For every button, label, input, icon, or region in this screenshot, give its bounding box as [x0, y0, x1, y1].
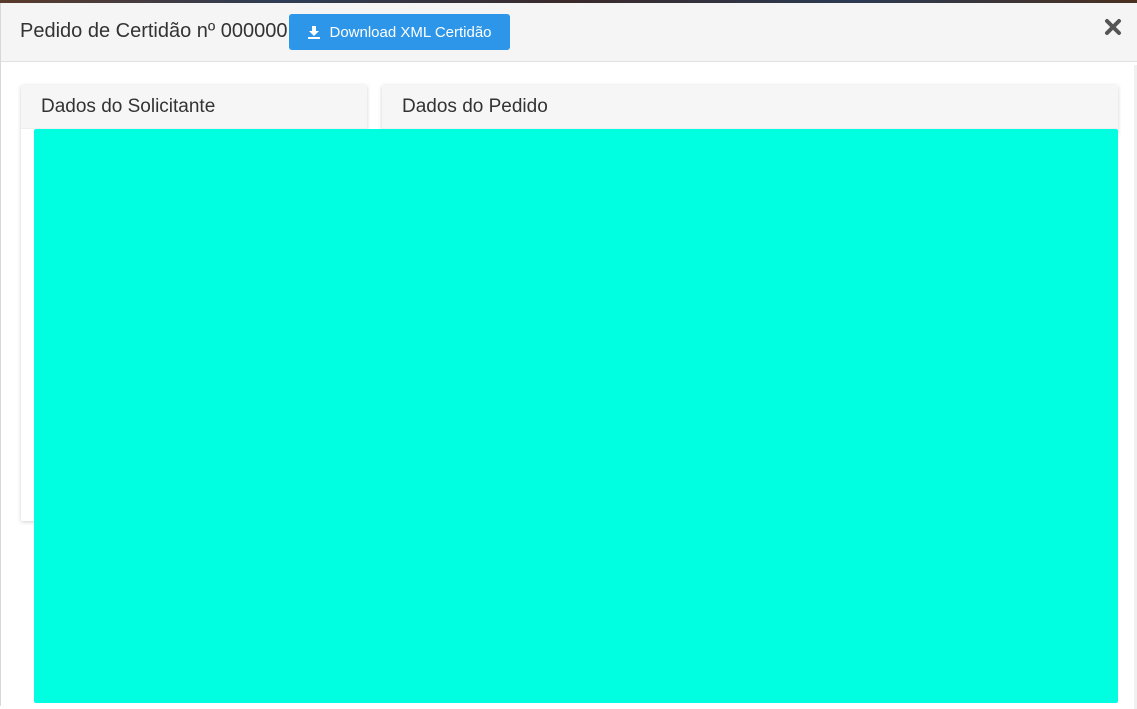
modal-header: Pedido de Certidão nº 000000 Download XM…	[1, 3, 1137, 62]
download-xml-button[interactable]: Download XML Certidão	[289, 14, 510, 50]
download-button-label: Download XML Certidão	[329, 23, 492, 41]
pedido-panel: Dados do Pedido	[382, 85, 1118, 135]
redacted-content-area	[34, 129, 1118, 703]
modal-title: Pedido de Certidão nº 000000	[20, 20, 288, 42]
download-icon	[307, 25, 321, 39]
close-icon[interactable]	[1102, 16, 1124, 38]
pedido-panel-title: Dados do Pedido	[402, 96, 548, 117]
solicitante-panel-title: Dados do Solicitante	[41, 96, 216, 117]
modal-dialog: Pedido de Certidão nº 000000 Download XM…	[0, 3, 1137, 709]
